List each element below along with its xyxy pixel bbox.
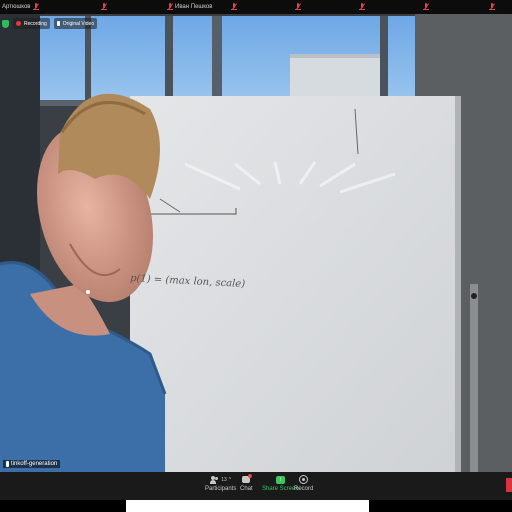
participant-tile[interactable] xyxy=(423,0,429,14)
mic-muted-icon xyxy=(167,3,173,11)
participant-name: Артюшков xyxy=(2,4,31,10)
mic-muted-icon xyxy=(6,461,9,467)
caption-box xyxy=(126,500,369,512)
speaker-name: tinkoff-generation xyxy=(11,461,58,467)
recording-overlay: Recording Original Video xyxy=(2,18,98,29)
participant-tile[interactable] xyxy=(359,0,365,14)
end-meeting-button[interactable] xyxy=(506,478,512,492)
participant-tile[interactable] xyxy=(489,0,495,14)
participants-label: Participants xyxy=(205,486,237,492)
mic-muted-icon xyxy=(32,3,39,11)
speaker-name-tag: tinkoff-generation xyxy=(3,460,61,468)
mic-muted-icon xyxy=(101,3,107,11)
main-video[interactable]: p(1) = (max lon, scale) Recording Origin… xyxy=(0,14,512,472)
record-icon xyxy=(299,475,309,484)
chat-label: Chat xyxy=(240,486,253,492)
mic-muted-icon xyxy=(423,3,429,11)
mic-muted-icon xyxy=(295,3,301,11)
participant-tile[interactable]: Иван Пешков xyxy=(167,0,213,14)
notification-badge xyxy=(248,474,253,478)
participants-button[interactable]: 13 ^ Participants xyxy=(205,474,236,492)
original-video-label: Original Video xyxy=(62,20,95,27)
participant-tile[interactable]: Артюшков xyxy=(2,0,39,14)
participants-count: 13 xyxy=(221,476,227,483)
video-frame xyxy=(0,14,512,472)
participant-tile[interactable] xyxy=(295,0,301,14)
participant-name: Иван Пешков xyxy=(175,4,213,10)
mic-muted-icon xyxy=(489,3,495,11)
chevron-up-icon: ^ xyxy=(228,476,232,483)
record-label: Record xyxy=(294,486,314,492)
record-dot-icon xyxy=(16,21,21,26)
mic-muted-icon xyxy=(359,3,365,11)
recording-label: Recording xyxy=(24,20,47,27)
participant-tile[interactable] xyxy=(231,0,237,14)
record-button[interactable]: Record xyxy=(294,474,313,492)
shield-icon xyxy=(2,19,9,28)
recording-badge[interactable]: Recording xyxy=(13,18,50,29)
participant-strip: Артюшков Иван Пешков xyxy=(0,0,512,14)
meeting-toolbar: 13 ^ Participants Chat ↑ Share Screen Re… xyxy=(0,472,512,500)
mic-icon xyxy=(56,21,60,26)
participants-icon xyxy=(210,475,219,484)
mic-muted-icon xyxy=(231,3,237,11)
share-screen-icon: ↑ xyxy=(275,475,285,484)
chat-button[interactable]: Chat xyxy=(240,474,253,492)
participant-tile[interactable] xyxy=(101,0,107,14)
original-video-badge[interactable]: Original Video xyxy=(53,18,98,29)
